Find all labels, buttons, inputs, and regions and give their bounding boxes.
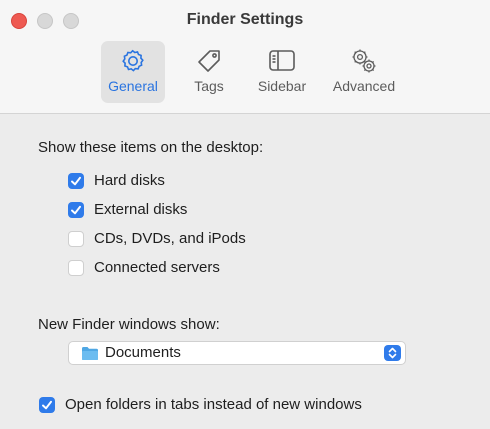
checkmark-icon xyxy=(42,400,52,410)
connected-servers-label: Connected servers xyxy=(94,259,220,276)
select-value: Documents xyxy=(105,344,181,361)
tab-general[interactable]: General xyxy=(101,41,165,103)
hard-disks-checkbox[interactable] xyxy=(68,173,84,189)
new-windows-heading: New Finder windows show: xyxy=(38,316,220,333)
folder-icon xyxy=(82,347,98,360)
open-in-tabs-checkbox[interactable] xyxy=(39,397,55,413)
tab-tags-label: Tags xyxy=(194,78,224,94)
sidebar-icon xyxy=(269,50,295,71)
tag-icon xyxy=(198,50,220,72)
tab-sidebar[interactable]: Sidebar xyxy=(250,41,314,103)
tab-tags[interactable]: Tags xyxy=(177,41,241,103)
chevron-up-down-icon xyxy=(388,347,397,359)
finder-settings-window: Finder Settings General Tags Sidebar Adv… xyxy=(0,0,490,429)
tab-advanced-label: Advanced xyxy=(332,78,396,94)
tab-sidebar-label: Sidebar xyxy=(257,78,307,94)
cds-dvds-ipods-checkbox[interactable] xyxy=(68,231,84,247)
hard-disks-label: Hard disks xyxy=(94,172,165,189)
external-disks-label: External disks xyxy=(94,201,188,218)
open-in-tabs-label: Open folders in tabs instead of new wind… xyxy=(65,396,362,413)
external-disks-checkbox[interactable] xyxy=(68,202,84,218)
select-stepper[interactable] xyxy=(384,345,401,361)
checkmark-icon xyxy=(71,205,81,215)
tab-advanced[interactable]: Advanced xyxy=(326,41,402,103)
toolbar: Finder Settings General Tags Sidebar Adv… xyxy=(0,0,490,114)
connected-servers-checkbox[interactable] xyxy=(68,260,84,276)
gears-icon xyxy=(352,49,376,73)
checkmark-icon xyxy=(71,176,81,186)
general-pane: Show these items on the desktop: Hard di… xyxy=(0,114,490,429)
cds-dvds-ipods-label: CDs, DVDs, and iPods xyxy=(94,230,246,247)
window-title: Finder Settings xyxy=(186,11,304,28)
tab-general-label: General xyxy=(108,78,158,94)
new-window-target-select[interactable]: Documents xyxy=(68,341,406,365)
desktop-items-heading: Show these items on the desktop: xyxy=(38,139,264,156)
gear-icon xyxy=(122,49,144,72)
